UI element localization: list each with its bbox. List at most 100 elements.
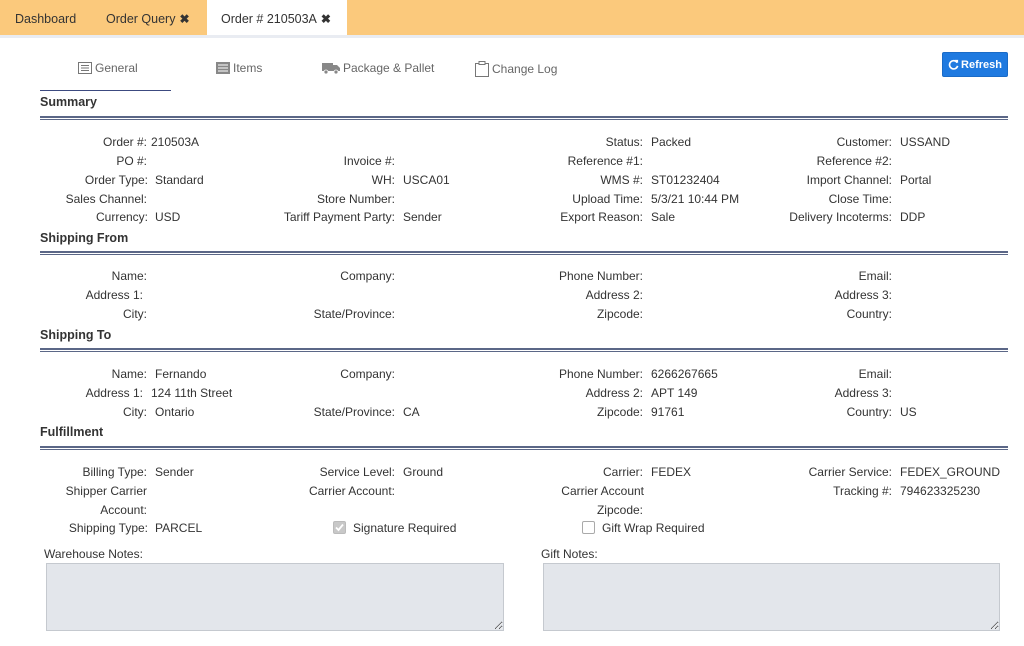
- invoice-label: Invoice #:: [343, 154, 395, 168]
- status-label: Status:: [605, 135, 643, 149]
- to-zipcode-label: Zipcode:: [596, 405, 643, 419]
- to-state-value: CA: [403, 405, 420, 419]
- tab-dashboard[interactable]: Dashboard: [15, 0, 76, 35]
- wh-value: USCA01: [403, 173, 450, 187]
- customer-label: Customer:: [836, 135, 892, 149]
- gift-wrap-checkbox[interactable]: [582, 521, 595, 534]
- from-company-label: Company:: [340, 269, 395, 283]
- items-icon: [216, 62, 230, 74]
- shipping-to-divider: [40, 348, 1008, 352]
- to-phone-value: 6266267665: [651, 367, 718, 381]
- ref2-label: Reference #2:: [816, 154, 892, 168]
- export-reason-value: Sale: [651, 210, 676, 224]
- to-address1-value: 124 11th Street: [151, 386, 233, 400]
- currency-value: USD: [155, 210, 181, 224]
- service-level-value: Ground: [403, 465, 444, 479]
- inner-tab-general[interactable]: General: [78, 61, 138, 75]
- fulfillment-divider: [40, 446, 1008, 450]
- service-level-label: Service Level:: [319, 465, 395, 479]
- from-email-label: Email:: [858, 269, 892, 283]
- currency-label: Currency:: [95, 210, 148, 224]
- tracking-label: Tracking #:: [833, 484, 892, 498]
- clipboard-icon: [475, 61, 489, 77]
- shipper-carrier-account-label: Account:: [100, 503, 147, 517]
- gift-notes-input[interactable]: [543, 563, 1000, 631]
- tab-order-detail-label: Order # 210503A: [221, 12, 317, 26]
- check-icon: [335, 523, 344, 532]
- shipping-from-divider: [40, 251, 1008, 255]
- to-state-label: State/Province:: [313, 405, 395, 419]
- to-name-label: Name:: [111, 367, 147, 381]
- inner-tab-package-pallet[interactable]: Package & Pallet: [322, 61, 434, 75]
- warehouse-notes-label: Warehouse Notes:: [44, 547, 143, 561]
- to-phone-label: Phone Number:: [558, 367, 643, 381]
- to-email-label: Email:: [858, 367, 892, 381]
- list-icon: [78, 62, 92, 74]
- order-type-label: Order Type:: [84, 173, 148, 187]
- order-type-value: Standard: [155, 173, 204, 187]
- to-name-value: Fernando: [155, 367, 207, 381]
- signature-required-label: Signature Required: [353, 521, 457, 535]
- inner-tab-items[interactable]: Items: [216, 61, 262, 75]
- summary-divider: [40, 116, 1008, 120]
- refresh-button[interactable]: Refresh: [942, 52, 1008, 77]
- top-tab-bar: Dashboard Order Query ✖ Order # 210503A ✖: [0, 0, 1024, 38]
- billing-type-label: Billing Type:: [82, 465, 147, 479]
- wh-label: WH:: [371, 173, 395, 187]
- customer-value: USSAND: [900, 135, 951, 149]
- upload-time-value: 5/3/21 10:44 PM: [651, 192, 740, 206]
- warehouse-notes-input[interactable]: [46, 563, 504, 631]
- status-value: Packed: [651, 135, 692, 149]
- from-address2-label: Address 2:: [585, 288, 643, 302]
- tab-order-query[interactable]: Order Query ✖: [106, 0, 190, 35]
- to-address3-label: Address 3:: [834, 386, 892, 400]
- inner-tab-package-pallet-label: Package & Pallet: [343, 61, 435, 75]
- upload-time-label: Upload Time:: [572, 192, 643, 206]
- inner-tab-items-label: Items: [233, 61, 263, 75]
- inner-tab-change-log[interactable]: Change Log: [475, 61, 557, 77]
- gift-wrap-label: Gift Wrap Required: [602, 521, 705, 535]
- shipping-type-value: PARCEL: [155, 521, 203, 535]
- tab-dashboard-label: Dashboard: [15, 12, 77, 26]
- from-country-label: Country:: [846, 307, 892, 321]
- from-name-label: Name:: [111, 269, 147, 283]
- close-time-label: Close Time:: [828, 192, 892, 206]
- to-address2-label: Address 2:: [585, 386, 643, 400]
- close-icon[interactable]: ✖: [179, 12, 189, 26]
- wms-label: WMS #:: [600, 173, 643, 187]
- to-country-label: Country:: [846, 405, 892, 419]
- carrier-label: Carrier:: [602, 465, 643, 479]
- po-label: PO #:: [116, 154, 147, 168]
- to-city-value: Ontario: [155, 405, 195, 419]
- order-no-label: Order #:: [102, 135, 147, 149]
- sales-channel-label: Sales Channel:: [65, 192, 147, 206]
- carrier-account-zip-label: Carrier Account: [561, 484, 644, 498]
- tracking-value: 794623325230: [900, 484, 981, 498]
- from-phone-label: Phone Number:: [558, 269, 643, 283]
- shipper-carrier-label: Shipper Carrier: [65, 484, 147, 498]
- to-city-label: City:: [123, 405, 147, 419]
- tab-order-detail[interactable]: Order # 210503A ✖: [207, 0, 347, 35]
- export-reason-label: Export Reason:: [560, 210, 643, 224]
- wms-value: ST01232404: [651, 173, 720, 187]
- tariff-value: Sender: [403, 210, 442, 224]
- inner-tab-change-log-label: Change Log: [492, 62, 558, 76]
- billing-type-value: Sender: [155, 465, 194, 479]
- from-city-label: City:: [123, 307, 147, 321]
- fulfillment-title: Fulfillment: [40, 425, 104, 439]
- carrier-account-label: Carrier Account:: [308, 484, 395, 498]
- from-address1-label: Address 1:: [85, 288, 143, 302]
- inner-tab-general-label: General: [95, 61, 138, 75]
- carrier-service-value: FEDEX_GROUND: [900, 465, 1001, 479]
- from-state-label: State/Province:: [313, 307, 395, 321]
- close-icon[interactable]: ✖: [321, 12, 331, 26]
- active-tab-indicator: [40, 90, 171, 91]
- store-number-label: Store Number:: [316, 192, 395, 206]
- ref1-label: Reference #1:: [567, 154, 643, 168]
- signature-required-checkbox[interactable]: [333, 521, 346, 534]
- shipping-from-title: Shipping From: [40, 231, 129, 245]
- import-channel-value: Portal: [900, 173, 932, 187]
- to-zipcode-value: 91761: [651, 405, 685, 419]
- order-no-value: 210503A: [151, 135, 200, 149]
- refresh-button-label: Refresh: [961, 58, 1002, 71]
